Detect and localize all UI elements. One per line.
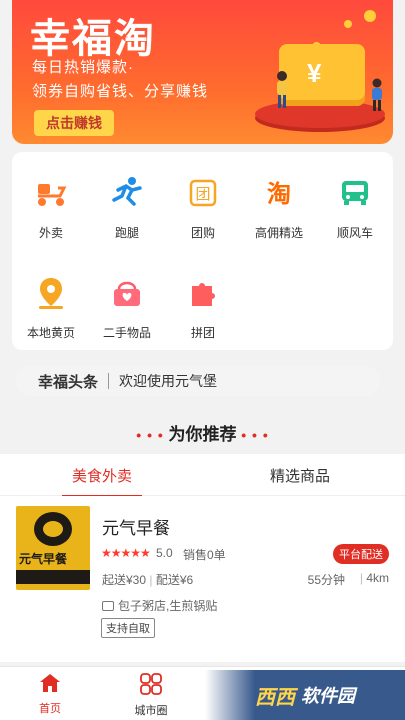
recommend-heading: • • • 为你推荐 • • •: [0, 420, 405, 445]
nav-label: 首页: [39, 703, 61, 715]
recommend-title: 为你推荐: [168, 425, 237, 444]
shop-logo: 元气早餐: [16, 506, 90, 590]
pickup-tag: 支持自取: [101, 618, 155, 638]
headline-message: 欢迎使用元气堡: [119, 373, 218, 389]
shop-icon: [102, 600, 114, 611]
shop-name: 元气早餐: [102, 519, 170, 538]
grid-item-tuangou[interactable]: 团 团购: [165, 176, 241, 241]
dots-decoration: • • •: [241, 427, 269, 443]
delivery-info: 起送¥30 | 配送¥6: [102, 571, 193, 588]
tags-text: 包子粥店,生煎锅贴: [118, 599, 218, 613]
sales-count: 销售0单: [183, 548, 226, 562]
earn-money-button[interactable]: 点击赚钱: [34, 110, 114, 136]
logo-emblem: [34, 512, 72, 546]
headline-brand: 幸福头条: [38, 373, 99, 391]
shop-card[interactable]: 元气早餐 元气早餐 平台配送 ★★★★★ 5.0 销售0单 起送¥30 | 配送…: [0, 496, 405, 662]
rating-score: 5.0: [156, 546, 173, 560]
divider: [108, 373, 110, 389]
grid-label: 二手物品: [102, 326, 151, 340]
tab-food-delivery[interactable]: 美食外卖: [61, 465, 143, 497]
grid-label: 本地黄页: [26, 326, 75, 340]
min-order: 起送¥30: [102, 573, 147, 587]
svg-text:淘: 淘: [267, 180, 291, 208]
grid-label: 团购: [190, 226, 215, 240]
grid-label: 高佣精选: [254, 226, 303, 240]
grid-item-huangye[interactable]: 本地黄页: [13, 276, 89, 341]
distance-value: 4km: [366, 571, 389, 585]
distance: | 4km: [360, 571, 389, 585]
logo-text: 元气早餐: [19, 552, 68, 566]
nav-city-circle[interactable]: 城市圈: [111, 673, 191, 718]
divider: |: [359, 571, 363, 585]
nav-label: 城市圈: [134, 705, 168, 717]
grid-label: 拼团: [190, 326, 215, 340]
grid-item-ershou[interactable]: 二手物品: [89, 276, 165, 341]
grid-item-waimai[interactable]: 外卖: [13, 176, 89, 241]
news-ticker[interactable]: 幸福头条 欢迎使用元气堡: [16, 366, 380, 396]
delivery-time: 55分钟: [307, 573, 345, 587]
coin-decoration: [344, 20, 352, 28]
coin-decoration: [364, 10, 376, 22]
rating-stars: ★★★★★: [101, 546, 151, 560]
logo-band: [16, 570, 90, 584]
grid-item-pintuan[interactable]: 拼团: [165, 276, 241, 341]
taobao-icon: 淘: [262, 176, 296, 210]
delivery-scooter-icon: [34, 176, 68, 210]
city-circle-icon: [140, 673, 162, 695]
tab-selected-goods[interactable]: 精选商品: [270, 465, 330, 486]
location-pin-icon: [34, 276, 68, 310]
puzzle-icon: [186, 276, 220, 310]
promo-banner[interactable]: 幸福淘 每日热销爆款· 领券自购省钱、分享赚钱 点击赚钱 ¥: [12, 0, 393, 144]
group-buy-icon: 团: [186, 176, 220, 210]
car-icon: [338, 176, 372, 210]
grid-item-shunfengche[interactable]: 顺风车: [317, 176, 393, 241]
grid-item-gaoyong[interactable]: 淘 高佣精选: [241, 176, 317, 241]
grid-label: 外卖: [38, 226, 63, 240]
svg-text:团: 团: [195, 185, 210, 203]
dots-decoration: • • •: [136, 427, 164, 443]
banner-line2: 领券自购省钱、分享赚钱: [32, 83, 209, 100]
nav-home[interactable]: 首页: [10, 673, 90, 716]
person-figure-icon: [277, 71, 287, 108]
service-grid: 外卖 跑腿 团 团购 淘 高佣精选 顺风车 本地黄页 二手物品 拼团: [12, 152, 393, 350]
recommend-tabs: 美食外卖 精选商品: [0, 454, 405, 497]
runner-icon: [110, 176, 144, 210]
grid-label: 顺风车: [336, 226, 373, 240]
home-icon: [40, 674, 60, 692]
delivery-fee: 配送¥6: [155, 573, 194, 587]
banner-line1: 每日热销爆款·: [32, 59, 134, 76]
grid-label: 跑腿: [114, 226, 139, 240]
platform-delivery-badge: 平台配送: [333, 544, 389, 564]
watermark-brand: 西西: [255, 686, 295, 709]
person-figure-icon: [372, 78, 382, 111]
grid-item-paotui[interactable]: 跑腿: [89, 176, 165, 241]
gift-basket-icon: [110, 276, 144, 310]
divider: |: [149, 573, 153, 587]
shop-tags: 包子粥店,生煎锅贴: [102, 597, 217, 614]
watermark-text: 软件园: [301, 686, 355, 706]
watermark: 西西 软件园: [205, 670, 405, 720]
